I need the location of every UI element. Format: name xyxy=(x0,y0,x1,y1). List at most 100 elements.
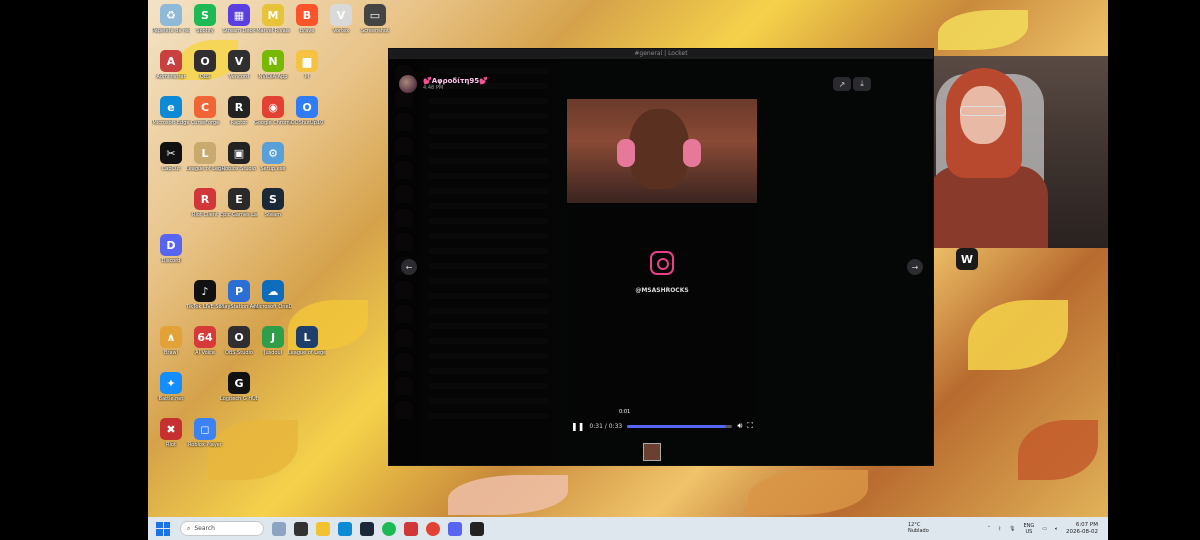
desktop-icon[interactable]: O OBS Studio xyxy=(220,326,258,356)
previous-media-button[interactable]: ← xyxy=(401,259,417,275)
desktop-icon[interactable]: P PlayStation Accessories xyxy=(220,280,258,310)
start-button[interactable] xyxy=(156,521,170,536)
app-icon: ♻ xyxy=(160,4,182,26)
desktop-icon[interactable]: ⚙ Setup.exe xyxy=(254,142,292,172)
taskbar-app-edge[interactable] xyxy=(338,521,352,536)
desktop-icon-label: Administrar xyxy=(156,74,186,80)
window-title: #general | Locket xyxy=(389,49,933,59)
app-icon: C xyxy=(194,96,216,118)
taskbar-app-riot[interactable] xyxy=(404,521,418,536)
network-icon[interactable]: ▭ xyxy=(1042,526,1047,532)
desktop-icon[interactable]: ◉ Google Chrome xyxy=(254,96,292,126)
desktop-icon[interactable]: V Vortex xyxy=(322,4,360,34)
desktop-icon[interactable]: C CurseForge xyxy=(186,96,224,126)
desktop-icon-label: PlayStation Accessories xyxy=(220,304,258,310)
desktop-icon-label: Vencord xyxy=(228,74,250,80)
taskbar-app-taskview[interactable] xyxy=(294,521,308,536)
pause-button[interactable]: ❚❚ xyxy=(571,422,584,431)
desktop-icon[interactable]: G Logitech G HUB xyxy=(220,372,258,402)
desktop-icon-label: Google Chrome xyxy=(254,120,292,126)
taskbar-app-chrome[interactable] xyxy=(426,521,440,536)
desktop-icon[interactable]: ♪ TikTok LIVE Studio xyxy=(186,280,224,310)
desktop-icon-label: Epic Games Launcher xyxy=(220,212,258,218)
desktop-icon-label: Vortex xyxy=(332,28,350,34)
desktop-icon[interactable]: O OOShutUp10 xyxy=(288,96,326,126)
app-icon: ▭ xyxy=(364,4,386,26)
discord-window[interactable]: #general | Locket 💕Αφροδίτη95💕 4:48 PM ↗… xyxy=(388,48,934,466)
volume-icon[interactable]: 🔈︎ xyxy=(1055,526,1058,532)
chevron-up-icon[interactable]: ˄ xyxy=(988,526,991,532)
app-icon: R xyxy=(228,96,250,118)
desktop-icon[interactable]: ✖ Riot xyxy=(152,418,190,448)
desktop-icon[interactable]: ◻ Roblox Player xyxy=(186,418,224,448)
desktop-icon[interactable]: L League of Legends xyxy=(186,142,224,172)
desktop-icon[interactable]: R Riot Client xyxy=(186,188,224,218)
desktop-icon[interactable]: S Steam xyxy=(254,188,292,218)
app-icon: ☁ xyxy=(262,280,284,302)
desktop-icon-label: Logitech G HUB xyxy=(220,396,258,402)
seek-tooltip: 0:01 xyxy=(619,409,631,415)
desktop-icon[interactable]: ✦ Battle.net xyxy=(152,372,190,402)
arrow-right-icon: → xyxy=(911,262,919,272)
download-button[interactable]: ⤓ xyxy=(853,77,871,91)
app-icon: B xyxy=(296,4,318,26)
next-media-button[interactable]: → xyxy=(907,259,923,275)
desktop-icon-label: Steam xyxy=(264,212,282,218)
language-indicator[interactable]: ENG US xyxy=(1024,523,1035,535)
desktop-icon[interactable]: N NVIDIA App xyxy=(254,50,292,80)
search-box[interactable]: ⌕ Search xyxy=(180,521,264,536)
taskbar-app-terminal[interactable] xyxy=(470,521,484,536)
taskbar-app-spotify[interactable] xyxy=(382,521,396,536)
desktop-icon[interactable]: ▆ M xyxy=(288,50,326,80)
app-icon: V xyxy=(228,50,250,72)
desktop-icon[interactable]: B Brave xyxy=(288,4,326,34)
video-player[interactable]: @MSASHROCKS 0:01 ❚❚ 0:31 / 0:33 🔊︎ ⛶ xyxy=(567,99,757,431)
desktop-icon-label: Spotify xyxy=(196,28,214,34)
desktop-icon[interactable]: V Vencord xyxy=(220,50,258,80)
desktop-icon-label: Brave xyxy=(299,28,315,34)
taskbar: ⌕ Search 12°C Nublado ˄ ᛒ 🎙︎ ENG US ▭ 🔈︎ … xyxy=(148,517,1108,540)
desktop-icon[interactable]: ∧ Brawl xyxy=(152,326,190,356)
desktop-icon-label: Papelera de reciclaje xyxy=(152,28,190,34)
app-icon: ◻ xyxy=(194,418,216,440)
taskbar-app-discord[interactable] xyxy=(448,521,462,536)
taskbar-app-steam[interactable] xyxy=(360,521,374,536)
desktop-icon-label: CapCut xyxy=(161,166,181,172)
desktop-screen: ♻ Papelera de reciclaje S Spotify ▦ Stream De… xyxy=(148,0,1108,540)
desktop-icon-label: Microsoft OneDrive xyxy=(254,304,292,310)
desktop-icon[interactable]: J Jusdoul xyxy=(254,326,292,356)
desktop-icon[interactable]: S Spotify xyxy=(186,4,224,34)
desktop-icon[interactable]: E Epic Games Launcher xyxy=(220,188,258,218)
desktop-icon-label: Raptor xyxy=(230,120,248,126)
search-placeholder: Search xyxy=(194,525,215,532)
desktop-icon[interactable]: O OBS xyxy=(186,50,224,80)
weather-widget[interactable]: 12°C Nublado xyxy=(908,522,929,534)
desktop-icon[interactable]: L League of Legends PBE xyxy=(288,326,326,356)
taskbar-app-explorer[interactable] xyxy=(316,521,330,536)
fullscreen-button[interactable]: ⛶ xyxy=(747,421,753,431)
desktop-icon[interactable]: ✂ CapCut xyxy=(152,142,190,172)
microphone-icon[interactable]: 🎙︎ xyxy=(1009,526,1015,532)
desktop-icon-app-right[interactable]: W xyxy=(948,248,986,270)
clock[interactable]: 6:07 PM 2026-08-02 xyxy=(1066,522,1098,536)
volume-button[interactable]: 🔊︎ xyxy=(737,421,742,431)
media-thumbnail[interactable] xyxy=(643,443,661,461)
uploader-info: 💕Αφροδίτη95💕 4:48 PM xyxy=(399,75,488,93)
seek-bar[interactable] xyxy=(627,424,733,428)
desktop-icon[interactable]: e Microsoft Edge xyxy=(152,96,190,126)
glasses xyxy=(960,106,1006,116)
desktop-icon[interactable]: ▭ Screenshot xyxy=(356,4,394,34)
desktop-icon[interactable]: R Raptor xyxy=(220,96,258,126)
forward-button[interactable]: ↗ xyxy=(833,77,851,91)
desktop-icon-label: Roblox Studio xyxy=(221,166,257,172)
desktop-icon[interactable]: ♻ Papelera de reciclaje xyxy=(152,4,190,34)
bluetooth-icon[interactable]: ᛒ xyxy=(998,526,1001,532)
taskbar-app-widgets[interactable] xyxy=(272,521,286,536)
desktop-icon[interactable]: D Discord xyxy=(152,234,190,264)
desktop-icon[interactable]: ▣ Roblox Studio xyxy=(220,142,258,172)
desktop-icon[interactable]: 64 AI Voice xyxy=(186,326,224,356)
desktop-icon[interactable]: A Administrar xyxy=(152,50,190,80)
desktop-icon[interactable]: M Marvel Rivals xyxy=(254,4,292,34)
desktop-icon[interactable]: ☁ Microsoft OneDrive xyxy=(254,280,292,310)
desktop-icon[interactable]: ▦ Stream Deck xyxy=(220,4,258,34)
